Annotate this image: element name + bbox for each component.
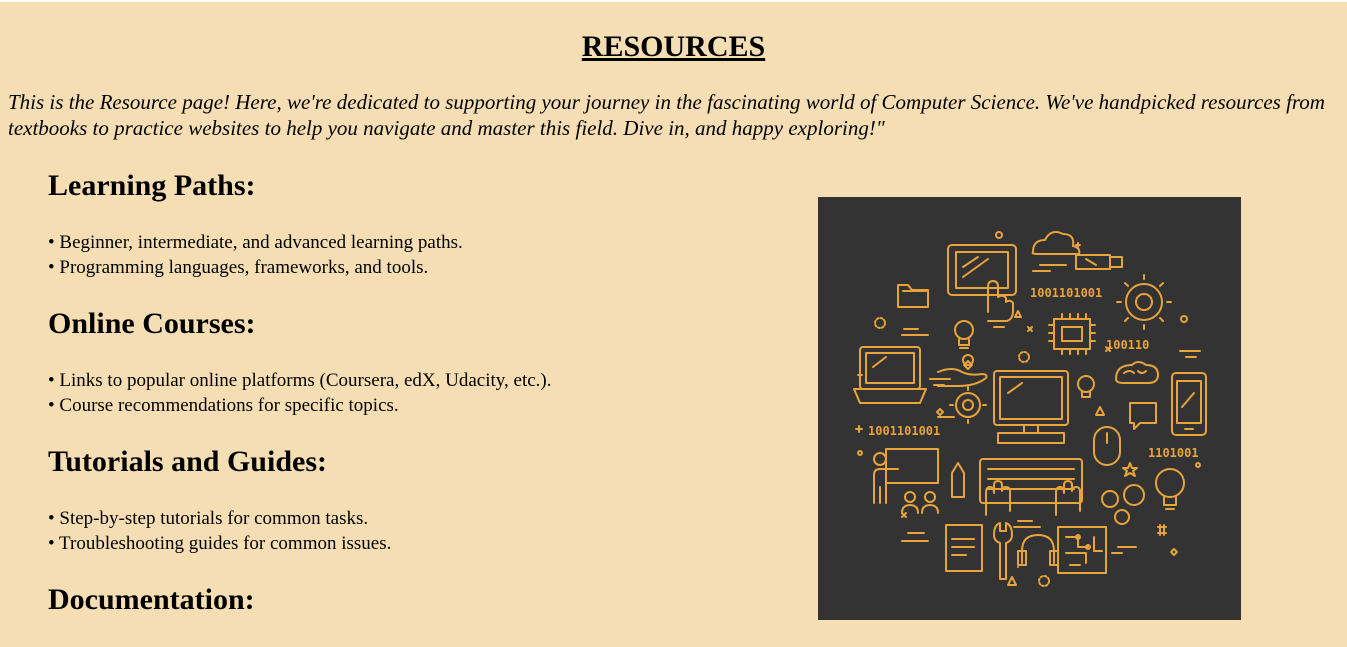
section-heading-documentation: Documentation:	[48, 583, 255, 616]
chat-icon	[1129, 402, 1157, 430]
wrench-icon	[993, 522, 1013, 580]
keyboard-hands-icon	[979, 458, 1083, 516]
list-item: • Links to popular online platforms (Cou…	[48, 370, 552, 391]
mouse-icon	[1093, 426, 1121, 466]
list-item: • Step-by-step tutorials for common task…	[48, 508, 369, 529]
binary-text: 1001101001	[868, 424, 940, 438]
gear-icon	[1116, 274, 1172, 330]
headset-icon	[1017, 534, 1059, 566]
binary-text: 100110	[1106, 338, 1149, 352]
lightbulb-icon	[1077, 375, 1095, 398]
page-title: RESOURCES	[581, 30, 766, 63]
lightbulb-icon	[1155, 468, 1185, 510]
monitor-icon	[993, 370, 1069, 444]
cloud-icon	[1031, 231, 1081, 272]
usb-stick-icon	[1075, 242, 1123, 270]
folder-icon	[897, 284, 929, 308]
chip-icon	[1048, 313, 1096, 355]
section-heading-learning-paths: Learning Paths:	[48, 169, 256, 202]
computer-science-illustration: 1001101001 100110 1001101001 1101001	[818, 197, 1241, 620]
gear-icon	[949, 386, 987, 424]
list-item: • Beginner, intermediate, and advanced l…	[48, 232, 463, 253]
section-heading-tutorials-and-guides: Tutorials and Guides:	[48, 445, 327, 478]
book-icon	[945, 524, 983, 572]
hand-icon	[937, 354, 988, 387]
binary-text: 1101001	[1148, 446, 1199, 460]
smartphone-icon	[1171, 372, 1207, 436]
section-heading-online-courses: Online Courses:	[48, 307, 256, 340]
pencil-icon	[951, 462, 965, 498]
list-item: • Programming languages, frameworks, and…	[48, 257, 429, 278]
binary-text: 1001101001	[1030, 286, 1102, 300]
brain-icon	[1115, 361, 1159, 384]
list-item: • Troubleshooting guides for common issu…	[48, 533, 392, 554]
presenter-icon	[873, 448, 939, 514]
tablet-touch-icon	[947, 244, 1017, 322]
resources-page: RESOURCES This is the Resource page! Her…	[0, 2, 1347, 647]
list-item: • Course recommendations for specific to…	[48, 395, 399, 416]
laptop-icon	[853, 346, 927, 404]
intro-paragraph: This is the Resource page! Here, we're d…	[8, 90, 1325, 140]
lightbulb-icon	[954, 320, 974, 349]
circuit-icon	[1057, 526, 1107, 574]
gears-icon	[1101, 484, 1145, 525]
